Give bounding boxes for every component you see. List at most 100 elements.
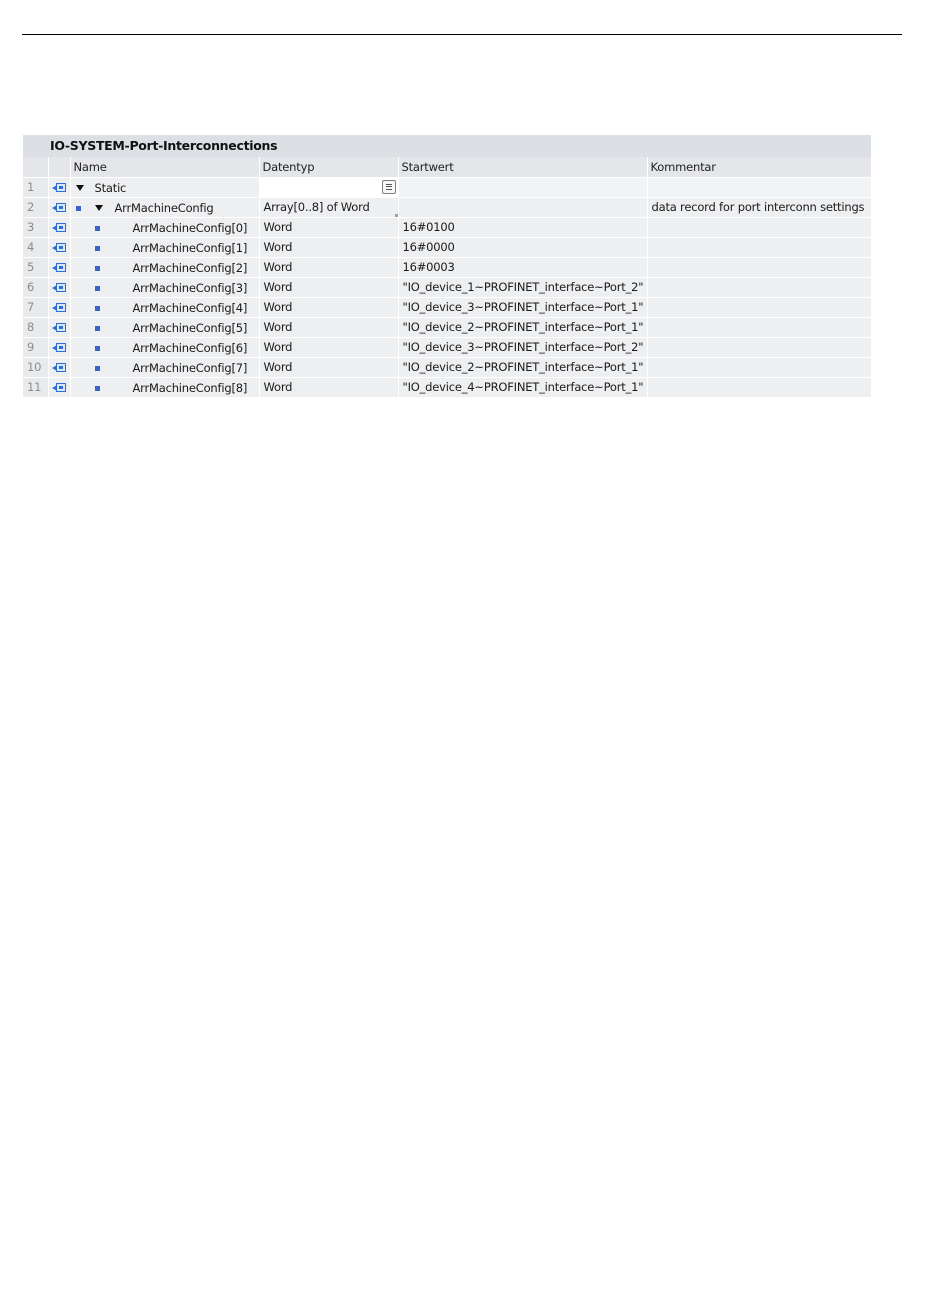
db-interface-icon: [51, 342, 67, 353]
db-interface-icon: [51, 382, 67, 393]
comment-cell[interactable]: [647, 377, 872, 398]
comment-cell[interactable]: [647, 317, 872, 338]
row-icon-cell: [48, 237, 71, 258]
start-value-cell[interactable]: [398, 177, 648, 198]
variable-name: ArrMachineConfig[6]: [132, 340, 248, 355]
start-value-cell[interactable]: "IO_device_1~PROFINET_interface~Port_2": [398, 277, 648, 298]
db-interface-icon: [51, 262, 67, 273]
element-square-icon: [75, 205, 81, 211]
element-square-icon: [94, 325, 100, 331]
start-value-cell[interactable]: 16#0100: [398, 217, 648, 238]
row-icon-cell: [48, 197, 71, 218]
table-row[interactable]: 9 ArrMachineConfig[6] Word "IO_device_3~PRO…: [23, 337, 872, 358]
start-value-cell[interactable]: [398, 197, 648, 218]
row-icon-cell: [48, 297, 71, 318]
name-cell[interactable]: ArrMachineConfig[2]: [70, 257, 260, 278]
table-header-row: Name Datentyp Startwert Kommentar: [23, 157, 872, 178]
page-header-rule: [22, 34, 902, 35]
table-row[interactable]: 8 ArrMachineConfig[5] Word "IO_device_2~PRO…: [23, 317, 872, 338]
datatype-cell[interactable]: Word: [259, 377, 399, 398]
datatype-cell[interactable]: Word: [259, 217, 399, 238]
comment-cell[interactable]: [647, 337, 872, 358]
name-cell[interactable]: ArrMachineConfig[4]: [70, 297, 260, 318]
datatype-cell[interactable]: Word: [259, 237, 399, 258]
name-cell[interactable]: ArrMachineConfig[7]: [70, 357, 260, 378]
table-row[interactable]: 3 ArrMachineConfig[0] Word 16#0100: [23, 217, 872, 238]
element-square-icon: [94, 265, 100, 271]
resize-handle[interactable]: [394, 213, 397, 216]
start-value-cell[interactable]: "IO_device_3~PROFINET_interface~Port_2": [398, 337, 648, 358]
name-cell[interactable]: ArrMachineConfig[6]: [70, 337, 260, 358]
column-header-name[interactable]: Name: [70, 157, 260, 178]
variable-name: Static: [94, 180, 127, 195]
row-number[interactable]: 9: [23, 337, 49, 358]
element-square-icon: [94, 305, 100, 311]
comment-cell[interactable]: [647, 237, 872, 258]
datatype-cell[interactable]: Word: [259, 317, 399, 338]
variable-name: ArrMachineConfig[2]: [132, 260, 248, 275]
row-number[interactable]: 11: [23, 377, 49, 398]
table-row[interactable]: 11 ArrMachineConfig[8] Word "IO_device_4~PR…: [23, 377, 872, 398]
datatype-value: Word: [263, 280, 293, 294]
table-row[interactable]: 10 ArrMachineConfig[7] Word "IO_device_2~PR…: [23, 357, 872, 378]
name-cell[interactable]: ArrMachineConfig[0]: [70, 217, 260, 238]
comment-cell[interactable]: [647, 357, 872, 378]
comment-cell[interactable]: [647, 277, 872, 298]
comment-cell[interactable]: [647, 257, 872, 278]
start-value-cell[interactable]: "IO_device_2~PROFINET_interface~Port_1": [398, 357, 648, 378]
comment-cell[interactable]: data record for port interconn settings: [647, 197, 872, 218]
row-number[interactable]: 2: [23, 197, 49, 218]
name-cell[interactable]: ArrMachineConfig[5]: [70, 317, 260, 338]
datatype-cell[interactable]: Word: [259, 257, 399, 278]
row-number[interactable]: 3: [23, 217, 49, 238]
variable-name: ArrMachineConfig[4]: [132, 300, 248, 315]
table-row[interactable]: 5 ArrMachineConfig[2] Word 16#0003: [23, 257, 872, 278]
datatype-cell[interactable]: Word: [259, 277, 399, 298]
variable-name: ArrMachineConfig[0]: [132, 220, 248, 235]
element-square-icon: [94, 225, 100, 231]
row-number[interactable]: 7: [23, 297, 49, 318]
start-value-cell[interactable]: "IO_device_4~PROFINET_interface~Port_1": [398, 377, 648, 398]
name-cell[interactable]: ArrMachineConfig[3]: [70, 277, 260, 298]
comment-cell[interactable]: [647, 177, 872, 198]
start-value-cell[interactable]: "IO_device_2~PROFINET_interface~Port_1": [398, 317, 648, 338]
name-cell[interactable]: Static: [70, 177, 260, 198]
row-icon-cell: [48, 337, 71, 358]
row-icon-cell: [48, 257, 71, 278]
table-row[interactable]: 4 ArrMachineConfig[1] Word 16#0000: [23, 237, 872, 258]
row-number[interactable]: 6: [23, 277, 49, 298]
column-header-datatype[interactable]: Datentyp: [259, 157, 399, 178]
expand-triangle-icon[interactable]: [94, 204, 103, 211]
start-value-cell[interactable]: "IO_device_3~PROFINET_interface~Port_1": [398, 297, 648, 318]
column-header-start-value[interactable]: Startwert: [398, 157, 648, 178]
row-icon-cell: [48, 377, 71, 398]
start-value-cell[interactable]: 16#0003: [398, 257, 648, 278]
table-row[interactable]: 2 ArrMachineConfig Array[0..8] of Word data…: [23, 197, 872, 218]
datatype-cell[interactable]: Array[0..8] of Word: [259, 197, 399, 218]
row-number[interactable]: 5: [23, 257, 49, 278]
table-row[interactable]: 1 Static: [23, 177, 872, 198]
datatype-cell[interactable]: [259, 177, 399, 198]
db-interface-icon: [51, 202, 67, 213]
name-cell[interactable]: ArrMachineConfig[8]: [70, 377, 260, 398]
datatype-list-button[interactable]: [381, 179, 396, 194]
row-number[interactable]: 8: [23, 317, 49, 338]
table-row[interactable]: 7 ArrMachineConfig[4] Word "IO_device_3~PRO…: [23, 297, 872, 318]
datatype-cell[interactable]: Word: [259, 297, 399, 318]
row-number[interactable]: 10: [23, 357, 49, 378]
expand-triangle-icon[interactable]: [75, 184, 84, 191]
name-cell[interactable]: ArrMachineConfig[1]: [70, 237, 260, 258]
comment-cell[interactable]: [647, 217, 872, 238]
name-cell[interactable]: ArrMachineConfig: [70, 197, 260, 218]
column-header-comment[interactable]: Kommentar: [647, 157, 872, 178]
datatype-cell[interactable]: Word: [259, 337, 399, 358]
row-number[interactable]: 4: [23, 237, 49, 258]
comment-cell[interactable]: [647, 297, 872, 318]
table-row[interactable]: 6 ArrMachineConfig[3] Word "IO_device_1~PRO…: [23, 277, 872, 298]
datatype-value: Word: [263, 220, 293, 234]
db-interface-icon: [51, 322, 67, 333]
row-number[interactable]: 1: [23, 177, 49, 198]
start-value-cell[interactable]: 16#0000: [398, 237, 648, 258]
datatype-cell[interactable]: Word: [259, 357, 399, 378]
element-square-icon: [94, 245, 100, 251]
